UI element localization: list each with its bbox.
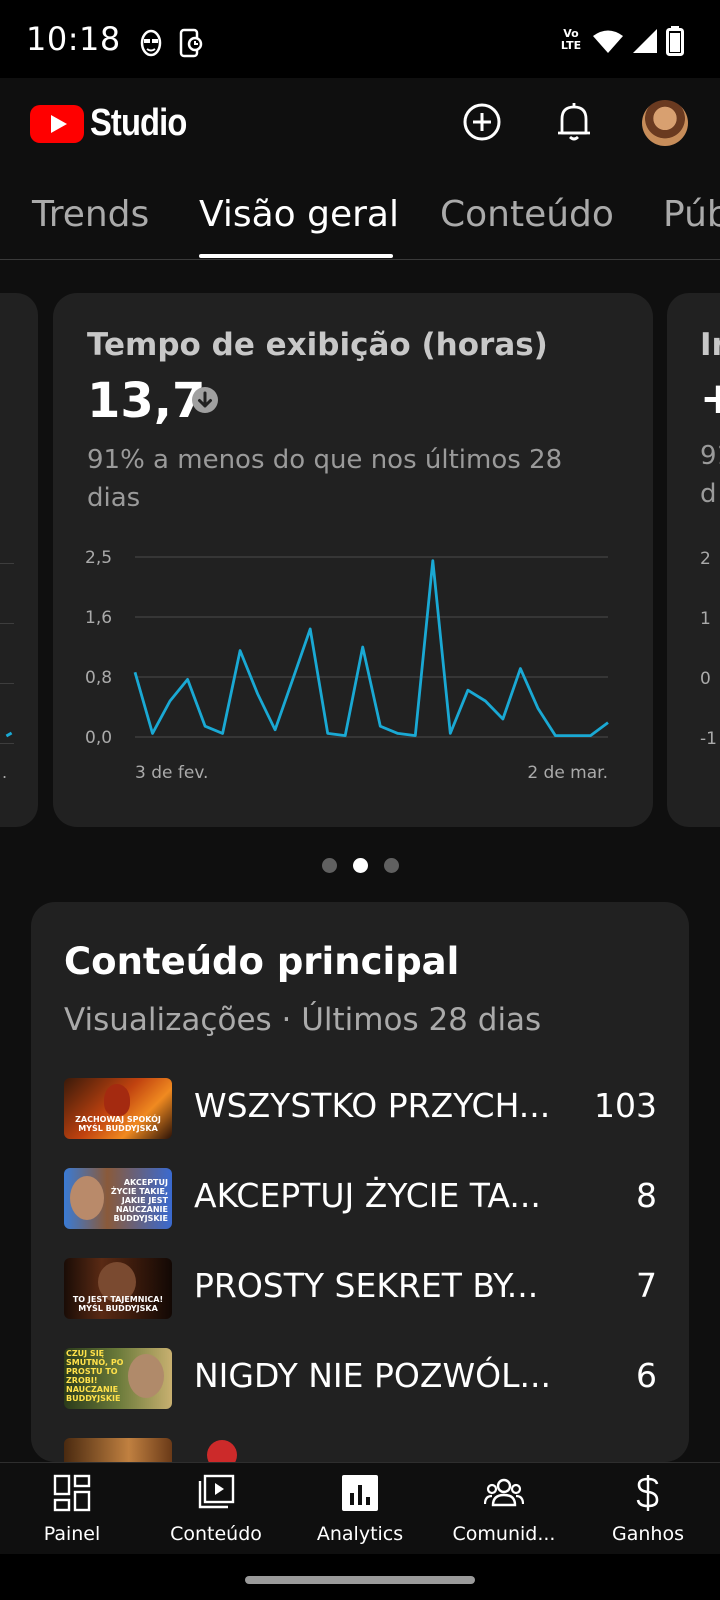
video-thumbnail xyxy=(64,1438,172,1462)
thumbnail-caption: AKCEPTUJ ŻYCIE TAKIE, JAKIE JEST NAUCZAN… xyxy=(110,1178,168,1223)
active-tab-indicator xyxy=(199,254,393,258)
next-card-value: + xyxy=(700,373,720,424)
analytics-icon xyxy=(342,1475,378,1511)
video-thumbnail: TO JEST TAJEMNICA! MYŚL BUDDYJSKA xyxy=(64,1258,172,1319)
dollar-icon xyxy=(636,1475,659,1511)
next-card-desc-1: 91 xyxy=(700,441,720,471)
system-gesture-area xyxy=(0,1554,720,1600)
video-views: 7 xyxy=(636,1266,657,1305)
next-card-tick-2: 0 xyxy=(700,669,711,689)
list-item[interactable]: TO JEST TAJEMNICA! MYŚL BUDDYJSKA PROSTY… xyxy=(31,1258,689,1320)
tab-content[interactable]: Conteúdo xyxy=(440,194,614,235)
sync-phone-icon xyxy=(179,28,203,58)
nav-analytics[interactable]: Analytics xyxy=(288,1463,432,1555)
partial-item-icon xyxy=(207,1440,237,1462)
nav-label: Comunid... xyxy=(452,1523,556,1545)
tab-audience[interactable]: Púb xyxy=(663,194,720,235)
video-views: 8 xyxy=(636,1176,657,1215)
battery-icon xyxy=(666,26,684,56)
thumbnail-caption: NIGDY NIE CZUJ SIĘ SMUTNO, PO PROSTU TO … xyxy=(66,1348,124,1403)
youtube-logo-icon xyxy=(30,104,84,143)
brand-text: Studio xyxy=(90,102,187,144)
analytics-tabs: Trends Visão geral Conteúdo Púb xyxy=(0,168,720,260)
next-card-tick-0: 2 xyxy=(700,549,711,569)
status-time: 10:18 xyxy=(26,20,121,58)
volte-indicator: Vo LTE xyxy=(560,27,582,52)
content-icon xyxy=(198,1474,235,1509)
home-gesture-bar[interactable] xyxy=(245,1576,475,1584)
community-icon xyxy=(484,1478,524,1507)
video-thumbnail: AKCEPTUJ ŻYCIE TAKIE, JAKIE JEST NAUCZAN… xyxy=(64,1168,172,1229)
list-item[interactable]: NIGDY NIE CZUJ SIĘ SMUTNO, PO PROSTU TO … xyxy=(31,1348,689,1410)
video-views: 103 xyxy=(594,1086,657,1125)
top-content-title: Conteúdo principal xyxy=(64,940,460,983)
page-dot-3[interactable] xyxy=(384,858,399,873)
nav-dashboard[interactable]: Painel xyxy=(0,1463,144,1555)
previous-metric-card[interactable]: . xyxy=(0,293,38,827)
top-content-subtitle: Visualizações · Últimos 28 dias xyxy=(64,1002,542,1038)
wifi-icon xyxy=(593,30,623,53)
notifications-button[interactable] xyxy=(550,98,598,146)
create-button[interactable] xyxy=(458,98,506,146)
face-notification-icon xyxy=(140,29,162,57)
video-views: 6 xyxy=(636,1356,657,1395)
list-item[interactable]: AKCEPTUJ ŻYCIE TAKIE, JAKIE JEST NAUCZAN… xyxy=(31,1168,689,1230)
top-content-card: Conteúdo principal Visualizações · Últim… xyxy=(31,902,689,1462)
carousel-page-indicator xyxy=(0,856,720,874)
nav-label: Analytics xyxy=(316,1523,404,1545)
watch-time-chart: 2,5 1,6 0,8 0,0 3 de fev. 2 de mar. xyxy=(85,548,609,783)
nav-label: Ganhos xyxy=(612,1523,684,1545)
nav-label: Painel xyxy=(43,1523,101,1545)
y-axis-tick-label: 0,0 xyxy=(85,728,112,748)
youtube-studio-logo[interactable]: Studio xyxy=(30,102,202,145)
next-card-tick-3: -1 xyxy=(700,729,717,749)
app-bar: Studio xyxy=(0,78,720,168)
tab-trends[interactable]: Trends xyxy=(32,194,149,235)
dashboard-icon xyxy=(53,1474,91,1512)
list-item[interactable] xyxy=(31,1438,689,1462)
plus-circle-icon xyxy=(463,103,501,141)
nav-earnings[interactable]: Ganhos xyxy=(576,1463,720,1555)
account-avatar[interactable] xyxy=(642,100,688,146)
video-title: PROSTY SEKRET BY... xyxy=(194,1266,539,1305)
y-axis-tick-label: 1,6 xyxy=(85,608,112,628)
video-title: WSZYSTKO PRZYCH... xyxy=(194,1086,551,1125)
bottom-navigation: Painel Conteúdo Analytics Comunid... Gan… xyxy=(0,1462,720,1554)
video-thumbnail: NIGDY NIE CZUJ SIĘ SMUTNO, PO PROSTU TO … xyxy=(64,1348,172,1409)
watch-time-card[interactable]: Tempo de exibição (horas) 13,7 91% a men… xyxy=(53,293,653,827)
video-thumbnail: ZACHOWAJ SPOKÓJ MYŚL BUDDYJSKA xyxy=(64,1078,172,1139)
status-bar: 10:18 Vo LTE xyxy=(0,0,720,78)
y-axis-tick-label: 2,5 xyxy=(85,548,112,568)
nav-content[interactable]: Conteúdo xyxy=(144,1463,288,1555)
page-dot-1[interactable] xyxy=(322,858,337,873)
thumbnail-caption: ZACHOWAJ SPOKÓJ MYŚL BUDDYJSKA xyxy=(75,1115,161,1133)
next-metric-card[interactable]: Ir + 91 d 2 1 0 -1 xyxy=(667,293,720,827)
chart-series-line xyxy=(133,559,609,738)
bell-icon xyxy=(558,103,590,141)
page-dot-2[interactable] xyxy=(353,858,368,873)
next-card-tick-1: 1 xyxy=(700,609,711,629)
x-axis-label-start: 3 de fev. xyxy=(135,763,208,783)
thumbnail-caption: TO JEST TAJEMNICA! MYŚL BUDDYJSKA xyxy=(72,1295,164,1313)
x-axis-label-end: 2 de mar. xyxy=(527,763,608,783)
nav-community[interactable]: Comunid... xyxy=(432,1463,576,1555)
list-item[interactable]: ZACHOWAJ SPOKÓJ MYŚL BUDDYJSKA WSZYSTKO … xyxy=(31,1078,689,1140)
previous-card-tick: . xyxy=(2,763,8,782)
cellular-signal-icon xyxy=(633,29,657,53)
y-axis-tick-label: 0,8 xyxy=(85,668,112,688)
video-title: AKCEPTUJ ŻYCIE TA... xyxy=(194,1176,541,1215)
next-card-desc-2: d xyxy=(700,479,717,509)
video-title: NIGDY NIE POZWÓL... xyxy=(194,1356,551,1395)
nav-label: Conteúdo xyxy=(170,1523,262,1545)
tab-overview[interactable]: Visão geral xyxy=(199,194,399,235)
next-card-title: Ir xyxy=(700,327,720,363)
